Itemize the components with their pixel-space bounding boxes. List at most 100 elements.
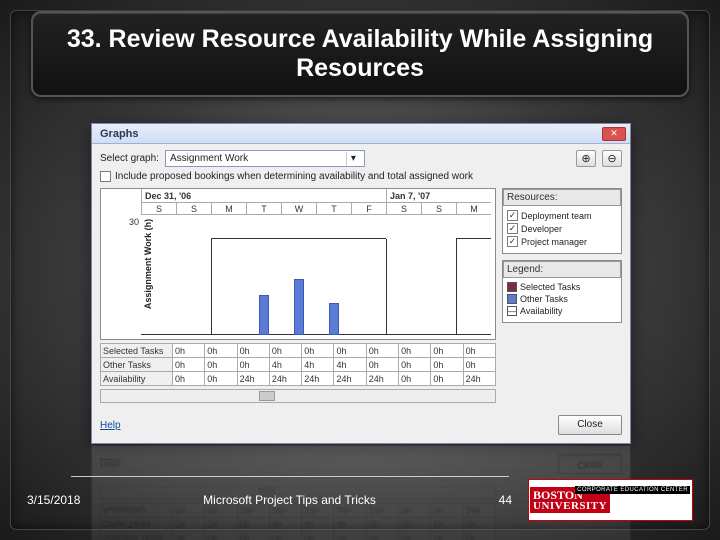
data-table: Selected Tasks0h0h0h0h0h0h0h0h0h0hOther … xyxy=(100,343,496,386)
zoom-out-button[interactable]: ⊖ xyxy=(602,150,622,167)
table-cell: 0h xyxy=(431,358,463,372)
legend-swatch xyxy=(507,282,517,292)
zoom-out-icon: ⊖ xyxy=(607,152,616,165)
table-cell: 24h xyxy=(237,372,269,386)
table-cell: 0h xyxy=(366,344,398,358)
legend-label: Availability xyxy=(520,306,562,316)
select-graph-label: Select graph: xyxy=(100,153,159,164)
chevron-down-icon: ▾ xyxy=(346,152,360,166)
resources-panel: Resources: Deployment teamDeveloperProje… xyxy=(502,188,622,254)
table-cell: 0h xyxy=(302,344,334,358)
resource-item: Deployment team xyxy=(507,210,617,221)
availability-line xyxy=(421,334,456,335)
slide-title: 33. Review Resource Availability While A… xyxy=(53,25,667,83)
availability-line xyxy=(246,238,281,239)
table-row-label: Selected Tasks xyxy=(101,344,173,358)
help-link[interactable]: Help xyxy=(100,459,121,470)
resource-checkbox[interactable] xyxy=(507,236,518,247)
horizontal-scrollbar[interactable] xyxy=(100,389,496,403)
table-cell: 0h xyxy=(463,358,495,372)
table-row: Selected Tasks0h0h0h0h0h0h0h0h0h0h xyxy=(101,532,496,540)
dialog-title: Graphs xyxy=(96,128,139,140)
date-group: Jan 7, '07 xyxy=(386,189,491,202)
table-cell: 0h xyxy=(399,344,431,358)
select-graph-dropdown[interactable]: Assignment Work ▾ xyxy=(165,150,365,167)
availability-line xyxy=(386,334,421,335)
table-cell: 0h xyxy=(173,358,205,372)
graphs-dialog: Graphs ✕ Select graph: Assignment Work ▾… xyxy=(91,123,631,444)
table-row: Availability0h0h24h24h24h24h24h0h0h24h xyxy=(101,372,496,386)
boston-university-logo: BOSTON UNIVERSITY CORPORATE EDUCATION CE… xyxy=(528,479,693,521)
assignment-work-chart: Assignment Work (h) Dec 31, '06Jan 7, '0… xyxy=(100,188,496,340)
include-proposed-checkbox[interactable] xyxy=(100,171,111,182)
table-cell: 0h xyxy=(205,344,237,358)
table-cell: 0h xyxy=(399,532,431,540)
table-cell: 0h xyxy=(237,344,269,358)
legend-label: Other Tasks xyxy=(520,294,568,304)
table-cell: 4h xyxy=(269,358,301,372)
day-header: S xyxy=(141,202,176,215)
table-cell: 0h xyxy=(463,532,495,540)
table-row-label: Other Tasks xyxy=(101,358,173,372)
table-cell: 0h xyxy=(334,532,366,540)
table-cell: 24h xyxy=(463,372,495,386)
day-header: F xyxy=(351,202,386,215)
slide-footer: 3/15/2018 Microsoft Project Tips and Tri… xyxy=(21,475,699,521)
day-header: W xyxy=(281,202,316,215)
legend-header: Legend: xyxy=(503,261,621,278)
day-header: M xyxy=(211,202,246,215)
legend-label: Selected Tasks xyxy=(520,282,580,292)
slide-title-bar: 33. Review Resource Availability While A… xyxy=(31,11,689,97)
legend-swatch: — xyxy=(507,306,517,316)
table-cell: 0h xyxy=(302,532,334,540)
resource-label: Deployment team xyxy=(521,211,592,221)
bar-other-tasks xyxy=(329,303,339,335)
close-icon[interactable]: ✕ xyxy=(602,127,626,141)
table-cell: 0h xyxy=(366,532,398,540)
availability-line xyxy=(281,238,316,239)
bar-other-tasks xyxy=(294,279,304,335)
zoom-in-icon: ⊕ xyxy=(581,152,590,165)
close-button[interactable]: Close xyxy=(558,415,622,435)
dialog-title-bar: Graphs ✕ xyxy=(92,124,630,144)
table-row-label: Selected Tasks xyxy=(101,532,173,540)
select-graph-value: Assignment Work xyxy=(170,153,248,164)
table-cell: 0h xyxy=(366,358,398,372)
footer-title: Microsoft Project Tips and Tricks xyxy=(203,493,376,507)
zoom-in-button[interactable]: ⊕ xyxy=(576,150,596,167)
table-cell: 0h xyxy=(334,344,366,358)
table-cell: 4h xyxy=(334,358,366,372)
table-cell: 4h xyxy=(302,358,334,372)
legend-item: Other Tasks xyxy=(507,294,617,304)
include-proposed-label: Include proposed bookings when determini… xyxy=(115,171,473,182)
table-cell: 0h xyxy=(399,358,431,372)
resource-label: Developer xyxy=(521,224,562,234)
resource-checkbox[interactable] xyxy=(507,223,518,234)
table-row: Other Tasks0h0h0h4h4h4h0h0h0h0h xyxy=(101,358,496,372)
table-cell: 0h xyxy=(431,372,463,386)
availability-line xyxy=(176,334,211,335)
availability-line xyxy=(351,238,386,239)
table-cell: 0h xyxy=(269,532,301,540)
table-cell: 0h xyxy=(431,344,463,358)
table-row-label: Availability xyxy=(101,372,173,386)
day-header: S xyxy=(176,202,211,215)
close-button[interactable]: Close xyxy=(558,454,622,474)
availability-line xyxy=(141,334,176,335)
table-cell: 0h xyxy=(205,532,237,540)
legend-item: Selected Tasks xyxy=(507,282,617,292)
availability-line xyxy=(456,238,491,239)
legend-item: —Availability xyxy=(507,306,617,316)
bar-other-tasks xyxy=(259,295,269,335)
table-cell: 0h xyxy=(431,532,463,540)
help-link[interactable]: Help xyxy=(100,420,121,431)
table-cell: 0h xyxy=(269,344,301,358)
resource-checkbox[interactable] xyxy=(507,210,518,221)
table-cell: 0h xyxy=(173,344,205,358)
table-cell: 24h xyxy=(366,372,398,386)
table-cell: 0h xyxy=(205,358,237,372)
table-cell: 0h xyxy=(205,372,237,386)
table-cell: 0h xyxy=(463,344,495,358)
table-cell: 0h xyxy=(237,532,269,540)
y-tick: 30 xyxy=(129,217,139,227)
